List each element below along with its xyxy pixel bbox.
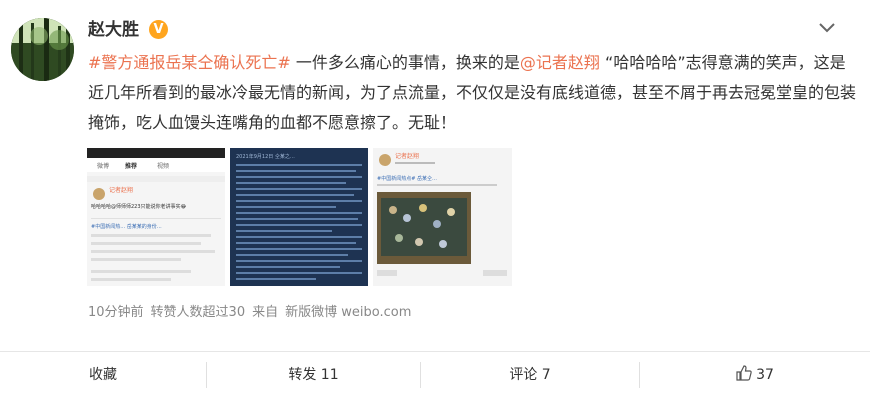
hashtag-link[interactable]: #警方通报岳某仝确认死亡# xyxy=(88,53,291,72)
post-text: #警方通报岳某仝确认死亡# 一件多么痛心的事情，换来的是@记者赵翔 “哈哈哈哈”… xyxy=(88,48,858,138)
avatar[interactable] xyxy=(11,18,74,81)
img1-tab: 推荐 xyxy=(125,162,137,170)
divider xyxy=(0,351,870,352)
post-time[interactable]: 10分钟前 xyxy=(88,305,144,320)
author-name[interactable]: 赵大胜 xyxy=(88,19,139,41)
like-count: 37 xyxy=(756,367,774,383)
chevron-down-icon[interactable] xyxy=(818,22,836,34)
post-image-3[interactable]: 记者赵翔 #中国新闻热点# 岳某仝… xyxy=(373,148,512,286)
repost-summary: 转赞人数超过30 xyxy=(150,305,246,320)
img2-text: 2021年9月12日 仝某之… xyxy=(236,153,295,160)
like-button[interactable]: 37 xyxy=(640,360,870,390)
post-image-2[interactable]: 2021年9月12日 仝某之… xyxy=(230,148,368,286)
img1-body: #中国新闻热… 岳某某的身份… xyxy=(91,223,162,230)
mention-link[interactable]: @记者赵翔 xyxy=(520,53,600,72)
img1-tab: 微博 xyxy=(97,162,109,170)
img3-author: 记者赵翔 xyxy=(395,152,419,160)
thumbs-up-icon xyxy=(736,365,752,381)
post-source[interactable]: 新版微博 weibo.com xyxy=(285,305,411,320)
weibo-post-card: 赵大胜 V #警方通报岳某仝确认死亡# 一件多么痛心的事情，换来的是@记者赵翔 … xyxy=(0,0,870,407)
img1-line: 哈哈哈哈@师师师223只能说你老讲事实😂 xyxy=(91,203,187,210)
post-text-part: 一件多么痛心的事情，换来的是 xyxy=(290,53,520,72)
img1-tab: 视频 xyxy=(157,162,169,170)
post-image-1[interactable]: 微博 推荐 视频 记者赵翔 哈哈哈哈@师师师223只能说你老讲事实😂 #中国新闻… xyxy=(87,148,225,286)
source-prefix: 来自 xyxy=(252,305,279,320)
repost-label: 转发 11 xyxy=(288,367,339,383)
comment-label: 评论 7 xyxy=(509,367,551,383)
comment-button[interactable]: 评论 7 xyxy=(421,360,639,390)
verified-badge-icon: V xyxy=(149,20,168,39)
img3-line: #中国新闻热点# 岳某仝… xyxy=(377,175,437,182)
img1-author: 记者赵翔 xyxy=(109,186,133,194)
repost-button[interactable]: 转发 11 xyxy=(207,360,420,390)
post-meta: 10分钟前 转赞人数超过30 来自 新版微博 weibo.com xyxy=(88,304,418,322)
favorite-label: 收藏 xyxy=(89,367,117,383)
favorite-button[interactable]: 收藏 xyxy=(0,360,206,390)
